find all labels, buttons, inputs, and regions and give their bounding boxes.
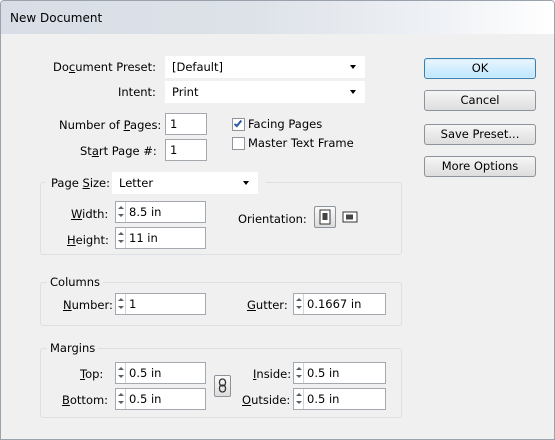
title-bar[interactable]: New Document — [1, 1, 554, 34]
chevron-down-icon — [350, 65, 356, 69]
arrow-down-icon — [118, 306, 124, 309]
page-size-value: Letter — [119, 176, 154, 190]
checkmark-icon — [233, 118, 243, 128]
portrait-icon — [319, 209, 331, 225]
orientation-label: Orientation: — [238, 212, 307, 226]
arrow-down-icon — [118, 214, 124, 217]
margin-outside-field[interactable]: 0.5 in — [293, 388, 386, 410]
height-stepper[interactable] — [116, 228, 126, 248]
window-title: New Document — [10, 11, 103, 25]
new-document-dialog: New Document Document Preset: [Default] … — [0, 0, 555, 440]
page-size-select[interactable]: Letter — [112, 172, 258, 194]
margin-outside-value: 0.5 in — [307, 392, 340, 406]
height-label: Height: — [67, 233, 109, 247]
master-text-frame-label: Master Text Frame — [248, 136, 354, 150]
columns-legend: Columns — [47, 275, 104, 289]
margin-inside-stepper[interactable] — [294, 363, 304, 383]
master-text-frame-checkbox[interactable] — [232, 137, 245, 150]
arrow-up-icon — [118, 367, 124, 370]
margin-top-value: 0.5 in — [129, 366, 162, 380]
margin-inside-label: Inside: — [253, 367, 292, 381]
intent-value: Print — [172, 85, 199, 99]
arrow-up-icon — [118, 232, 124, 235]
gutter-stepper[interactable] — [294, 294, 304, 314]
margin-inside-field[interactable]: 0.5 in — [293, 362, 386, 384]
margin-bottom-stepper[interactable] — [116, 389, 126, 409]
chevron-down-icon — [350, 90, 356, 94]
more-options-button[interactable]: More Options — [424, 156, 536, 177]
landscape-orientation-button[interactable] — [341, 207, 359, 227]
intent-label: Intent: — [118, 85, 156, 99]
width-stepper[interactable] — [116, 202, 126, 222]
columns-number-stepper[interactable] — [116, 294, 126, 314]
start-page-label: Start Page #: — [80, 144, 157, 158]
margin-top-field[interactable]: 0.5 in — [115, 362, 206, 384]
arrow-up-icon — [296, 298, 302, 301]
margin-bottom-value: 0.5 in — [129, 392, 162, 406]
arrow-down-icon — [118, 375, 124, 378]
page-size-header: Page Size: Letter — [46, 172, 266, 194]
landscape-icon — [342, 211, 358, 223]
cancel-button[interactable]: Cancel — [424, 90, 536, 111]
height-value: 11 in — [129, 231, 158, 245]
margin-inside-value: 0.5 in — [307, 366, 340, 380]
height-field[interactable]: 11 in — [115, 227, 206, 249]
arrow-up-icon — [118, 393, 124, 396]
margin-outside-label: Outside: — [242, 393, 291, 407]
width-value: 8.5 in — [129, 205, 162, 219]
width-field[interactable]: 8.5 in — [115, 201, 206, 223]
arrow-down-icon — [296, 401, 302, 404]
link-margins-button[interactable] — [214, 375, 231, 397]
save-preset-button[interactable]: Save Preset... — [424, 124, 536, 145]
document-preset-value: [Default] — [172, 60, 223, 74]
columns-number-field[interactable]: 1 — [115, 293, 206, 315]
facing-pages-checkbox[interactable] — [232, 118, 245, 131]
arrow-down-icon — [296, 375, 302, 378]
gutter-value: 0.1667 in — [307, 297, 362, 311]
arrow-up-icon — [296, 367, 302, 370]
chevron-down-icon — [243, 181, 249, 185]
gutter-label: Gutter: — [247, 298, 288, 312]
arrow-up-icon — [118, 298, 124, 301]
portrait-orientation-button[interactable] — [314, 206, 336, 228]
arrow-down-icon — [118, 401, 124, 404]
arrow-down-icon — [296, 306, 302, 309]
margin-bottom-field[interactable]: 0.5 in — [115, 388, 206, 410]
columns-number-value: 1 — [129, 297, 137, 311]
arrow-up-icon — [296, 393, 302, 396]
chain-link-icon — [218, 378, 227, 393]
facing-pages-label: Facing Pages — [248, 117, 323, 131]
margins-legend: Margins — [47, 341, 99, 355]
width-label: Width: — [71, 207, 109, 221]
intent-select[interactable]: Print — [165, 81, 365, 103]
page-size-label: Page Size: — [51, 176, 110, 190]
arrow-down-icon — [118, 240, 124, 243]
start-page-field[interactable]: 1 — [165, 139, 207, 161]
arrow-up-icon — [118, 206, 124, 209]
document-preset-select[interactable]: [Default] — [165, 56, 365, 78]
number-of-pages-field[interactable]: 1 — [165, 113, 207, 135]
margin-top-stepper[interactable] — [116, 363, 126, 383]
margin-top-label: Top: — [80, 367, 104, 381]
margin-bottom-label: Bottom: — [62, 393, 109, 407]
number-of-pages-label: Number of Pages: — [59, 118, 162, 132]
document-preset-label: Document Preset: — [53, 60, 156, 74]
columns-number-label: Number: — [63, 298, 113, 312]
gutter-field[interactable]: 0.1667 in — [293, 293, 386, 315]
ok-button[interactable]: OK — [424, 58, 536, 79]
margin-outside-stepper[interactable] — [294, 389, 304, 409]
